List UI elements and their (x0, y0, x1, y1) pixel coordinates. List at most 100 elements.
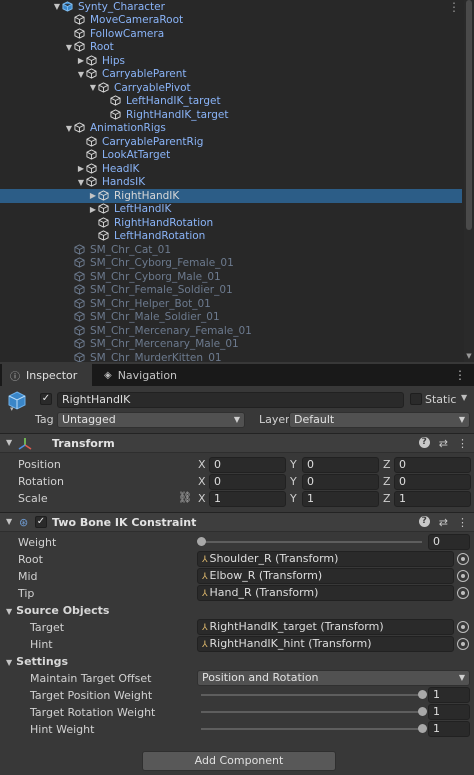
weight-slider-track[interactable] (201, 541, 422, 543)
presets-icon[interactable]: ⇄ (439, 516, 448, 529)
object-picker-icon[interactable] (457, 638, 469, 650)
hierarchy-item[interactable]: ▶SM_Chr_Mercenary_Female_01 (0, 324, 462, 338)
two-bone-ik-header[interactable]: ▼ ⊛ ✓ Two Bone IK Constraint ? ⇄ ⋮ (0, 512, 474, 532)
constraint-enabled-checkbox[interactable]: ✓ (35, 516, 47, 528)
rotation-y-field[interactable]: 0 (302, 474, 379, 490)
target-position-weight-field[interactable]: 1 (428, 687, 470, 703)
scroll-down-arrow-icon[interactable]: ▼ (464, 352, 474, 360)
hierarchy-item-label: RightHandRotation (114, 216, 214, 229)
presets-icon[interactable]: ⇄ (439, 437, 448, 450)
hierarchy-item[interactable]: ▶LeftHandIK_target (0, 95, 462, 109)
expanded-arrow-icon[interactable]: ▼ (88, 83, 98, 92)
hierarchy-item[interactable]: ▶LookAtTarget (0, 149, 462, 163)
hierarchy-item[interactable]: ▶SM_Chr_Female_Soldier_01 (0, 284, 462, 298)
hierarchy-item[interactable]: ▶SM_Chr_Cat_01 (0, 243, 462, 257)
hierarchy-item[interactable]: ▶CarryableParentRig (0, 135, 462, 149)
collapsed-arrow-icon[interactable]: ▶ (76, 164, 86, 173)
object-picker-icon[interactable] (457, 587, 469, 599)
hint-weight-knob[interactable] (418, 724, 427, 733)
object-picker-icon[interactable] (457, 570, 469, 582)
weight-slider-knob[interactable] (197, 537, 206, 546)
tab-menu-icon[interactable]: ⋮ (454, 368, 466, 382)
more-options-icon[interactable]: ⋮ (448, 0, 460, 14)
hierarchy-item[interactable]: ▼ Synty_Character (0, 0, 462, 14)
hierarchy-item[interactable]: ▶SM_Chr_Cyborg_Male_01 (0, 270, 462, 284)
root-object-field[interactable]: ⅄ Shoulder_R (Transform) (197, 551, 454, 567)
hierarchy-item[interactable]: ▼ CarryableParent (0, 68, 462, 82)
help-icon[interactable]: ? (418, 437, 430, 448)
hierarchy-item[interactable]: ▼ Root (0, 41, 462, 55)
source-objects-foldout[interactable]: ▼ Source Objects (6, 604, 109, 617)
hierarchy-scrollbar[interactable]: ▼ (464, 0, 474, 362)
hierarchy-item[interactable]: ▶FollowCamera (0, 27, 462, 41)
context-menu-icon[interactable]: ⋮ (457, 516, 468, 529)
collapse-arrow-icon: ▼ (6, 658, 13, 667)
static-checkbox[interactable] (410, 393, 422, 405)
active-checkbox[interactable]: ✓ (40, 393, 52, 405)
transform-header[interactable]: ▼ Transform ? ⇄ ⋮ (0, 433, 474, 453)
target-position-weight-track[interactable] (201, 694, 422, 696)
help-icon[interactable]: ? (418, 516, 430, 527)
expanded-arrow-icon[interactable]: ▼ (52, 2, 62, 11)
object-picker-icon[interactable] (457, 553, 469, 565)
rotation-z-field[interactable]: 0 (394, 474, 471, 490)
hierarchy-item[interactable]: ▶RightHandRotation (0, 216, 462, 230)
tab-navigation[interactable]: ◈ Navigation (96, 364, 196, 386)
collapse-arrow-icon[interactable]: ▼ (6, 438, 12, 447)
scale-y-field[interactable]: 1 (302, 491, 379, 507)
static-dropdown-icon[interactable]: ▼ (461, 393, 467, 402)
target-rotation-weight-field[interactable]: 1 (428, 704, 470, 720)
target-object-field[interactable]: ⅄ RightHandIK_target (Transform) (197, 619, 454, 635)
hierarchy-item[interactable]: ▶SM_Chr_Cyborg_Female_01 (0, 257, 462, 271)
settings-foldout[interactable]: ▼ Settings (6, 655, 68, 668)
target-rotation-weight-knob[interactable] (418, 707, 427, 716)
position-x-field[interactable]: 0 (209, 457, 286, 473)
add-component-button[interactable]: Add Component (142, 751, 336, 771)
object-picker-icon[interactable] (457, 621, 469, 633)
collapse-arrow-icon[interactable]: ▼ (6, 517, 12, 526)
weight-field[interactable]: 0 (428, 534, 470, 550)
target-rotation-weight-track[interactable] (201, 711, 422, 713)
hierarchy-item[interactable]: ▼ AnimationRigs (0, 122, 462, 136)
hint-weight-track[interactable] (201, 728, 422, 730)
hierarchy-item[interactable]: ▶SM_Chr_Mercenary_Male_01 (0, 338, 462, 352)
hierarchy-item[interactable]: ▶ HeadIK (0, 162, 462, 176)
scale-z-field[interactable]: 1 (394, 491, 471, 507)
hint-weight-field[interactable]: 1 (428, 721, 470, 737)
target-position-weight-knob[interactable] (418, 690, 427, 699)
hierarchy-item[interactable]: ▶ LeftHandIK (0, 203, 462, 217)
expanded-arrow-icon[interactable]: ▼ (64, 124, 74, 133)
object-name-field[interactable]: RightHandIK (57, 392, 404, 408)
expanded-arrow-icon[interactable]: ▼ (64, 43, 74, 52)
context-menu-icon[interactable]: ⋮ (457, 437, 468, 450)
hierarchy-item[interactable]: ▶MoveCameraRoot (0, 14, 462, 28)
tab-inspector[interactable]: ⓘ Inspector (2, 364, 92, 386)
scrollbar-thumb[interactable] (466, 0, 472, 230)
constrain-proportions-link-icon[interactable]: ⛓ (178, 491, 192, 504)
hierarchy-item[interactable]: ▶RightHandIK_target (0, 108, 462, 122)
hierarchy-item[interactable]: ▶ RightHandIK (0, 189, 462, 203)
maintain-target-offset-dropdown[interactable]: Position and Rotation ▼ (197, 670, 470, 686)
collapsed-arrow-icon[interactable]: ▶ (76, 56, 86, 65)
rotation-x-field[interactable]: 0 (209, 474, 286, 490)
hierarchy-item[interactable]: ▼ CarryablePivot (0, 81, 462, 95)
hierarchy-item[interactable]: ▶SM_Chr_Male_Soldier_01 (0, 311, 462, 325)
collapsed-arrow-icon[interactable]: ▶ (88, 205, 98, 214)
hierarchy-item[interactable]: ▶SM_Chr_MurderKitten_01 (0, 351, 462, 362)
collapsed-arrow-icon[interactable]: ▶ (88, 191, 98, 200)
hierarchy-item[interactable]: ▶ Hips (0, 54, 462, 68)
expanded-arrow-icon[interactable]: ▼ (76, 70, 86, 79)
hint-object-field[interactable]: ⅄ RightHandIK_hint (Transform) (197, 636, 454, 652)
position-z-field[interactable]: 0 (394, 457, 471, 473)
tip-object-field[interactable]: ⅄ Hand_R (Transform) (197, 585, 454, 601)
mid-object-field[interactable]: ⅄ Elbow_R (Transform) (197, 568, 454, 584)
hierarchy-item[interactable]: ▼ HandsIK (0, 176, 462, 190)
position-y-field[interactable]: 0 (302, 457, 379, 473)
tag-dropdown[interactable]: Untagged ▼ (57, 412, 245, 428)
icon-dropdown-caret-icon[interactable]: ▾ (10, 405, 14, 413)
hierarchy-item[interactable]: ▶SM_Chr_Helper_Bot_01 (0, 297, 462, 311)
expanded-arrow-icon[interactable]: ▼ (76, 178, 86, 187)
scale-x-field[interactable]: 1 (209, 491, 286, 507)
layer-dropdown[interactable]: Default ▼ (289, 412, 470, 428)
hierarchy-item[interactable]: ▶LeftHandRotation (0, 230, 462, 244)
